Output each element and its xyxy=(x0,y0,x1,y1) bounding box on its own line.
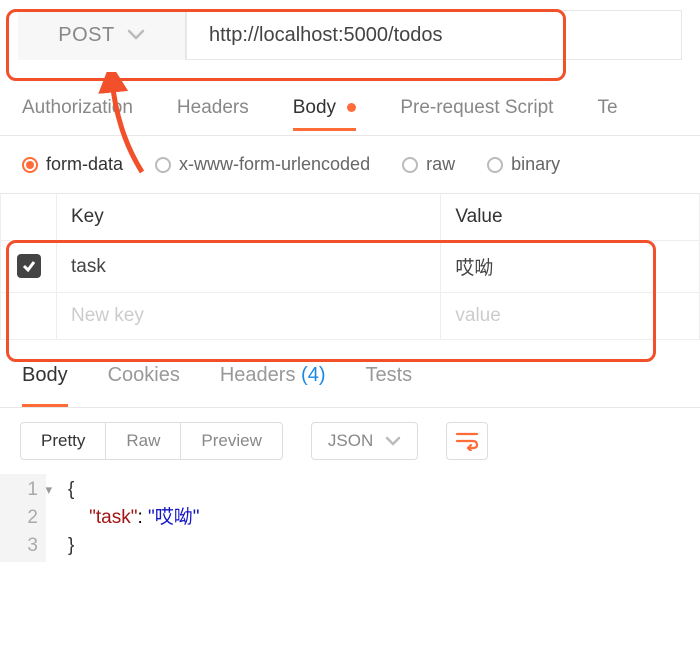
tab-body[interactable]: Body xyxy=(293,97,357,131)
code-token: } xyxy=(68,535,74,556)
tab-prerequest-script[interactable]: Pre-request Script xyxy=(400,97,553,131)
radio-urlencoded-label: x-www-form-urlencoded xyxy=(179,154,370,175)
cell-key[interactable]: task xyxy=(57,241,441,293)
table-row-placeholder[interactable]: New key value xyxy=(1,293,700,340)
tab-headers[interactable]: Headers xyxy=(177,97,249,131)
response-tab-headers-label: Headers xyxy=(220,364,296,386)
response-format-select[interactable]: JSON xyxy=(311,422,418,460)
code-gutter: 1 2 3 xyxy=(0,474,46,562)
code-source: { "task": "哎呦" } xyxy=(46,474,200,562)
line-wrap-icon xyxy=(455,431,479,451)
table-header-row: Key Value xyxy=(1,194,700,241)
radio-binary-label: binary xyxy=(511,154,560,175)
radio-raw-label: raw xyxy=(426,154,455,175)
url-input[interactable]: http://localhost:5000/todos xyxy=(186,11,681,60)
radio-form-data[interactable]: form-data xyxy=(22,154,123,175)
http-method-select[interactable]: POST xyxy=(18,11,186,60)
radio-urlencoded[interactable]: x-www-form-urlencoded xyxy=(155,154,370,175)
form-data-table: Key Value task 哎呦 New key value xyxy=(0,194,700,340)
tab-tests-truncated[interactable]: Te xyxy=(597,97,617,131)
chevron-down-icon xyxy=(385,431,401,451)
radio-form-data-label: form-data xyxy=(46,154,123,175)
response-tab-tests[interactable]: Tests xyxy=(365,364,412,407)
view-raw-button[interactable]: Raw xyxy=(105,423,180,459)
cell-value[interactable]: 哎呦 xyxy=(441,241,700,293)
radio-raw[interactable]: raw xyxy=(402,154,455,175)
code-token: { xyxy=(68,479,74,500)
radio-icon xyxy=(487,157,503,173)
code-token-key: "task" xyxy=(89,507,137,528)
line-wrap-button[interactable] xyxy=(446,422,488,460)
response-headers-count: (4) xyxy=(301,364,325,386)
url-value: http://localhost:5000/todos xyxy=(209,24,443,47)
tab-authorization[interactable]: Authorization xyxy=(22,97,133,131)
code-token-colon: : xyxy=(137,507,148,528)
radio-icon xyxy=(22,157,38,173)
chevron-down-icon xyxy=(127,24,145,47)
cell-value-placeholder[interactable]: value xyxy=(441,293,700,340)
body-modified-dot-icon xyxy=(347,103,356,112)
table-row[interactable]: task 哎呦 xyxy=(1,241,700,293)
radio-icon xyxy=(402,157,418,173)
response-view-mode-segment: Pretty Raw Preview xyxy=(20,422,283,460)
response-body-code[interactable]: 1 2 3 { "task": "哎呦" } xyxy=(0,474,700,562)
radio-binary[interactable]: binary xyxy=(487,154,560,175)
response-tab-headers[interactable]: Headers (4) xyxy=(220,364,326,407)
response-tab-cookies[interactable]: Cookies xyxy=(108,364,180,407)
view-preview-button[interactable]: Preview xyxy=(180,423,281,459)
response-tab-body[interactable]: Body xyxy=(22,364,68,407)
gutter-line: 3 xyxy=(0,532,38,560)
column-header-value: Value xyxy=(441,194,700,241)
cell-key-placeholder[interactable]: New key xyxy=(57,293,441,340)
row-checkbox[interactable] xyxy=(17,254,41,278)
code-token-value: "哎呦" xyxy=(148,507,200,528)
radio-icon xyxy=(155,157,171,173)
tab-body-label: Body xyxy=(293,97,336,118)
column-header-key: Key xyxy=(57,194,441,241)
response-format-value: JSON xyxy=(328,431,373,451)
gutter-line: 1 xyxy=(0,476,38,504)
gutter-line: 2 xyxy=(0,504,38,532)
view-pretty-button[interactable]: Pretty xyxy=(21,423,105,459)
http-method-value: POST xyxy=(58,24,114,47)
